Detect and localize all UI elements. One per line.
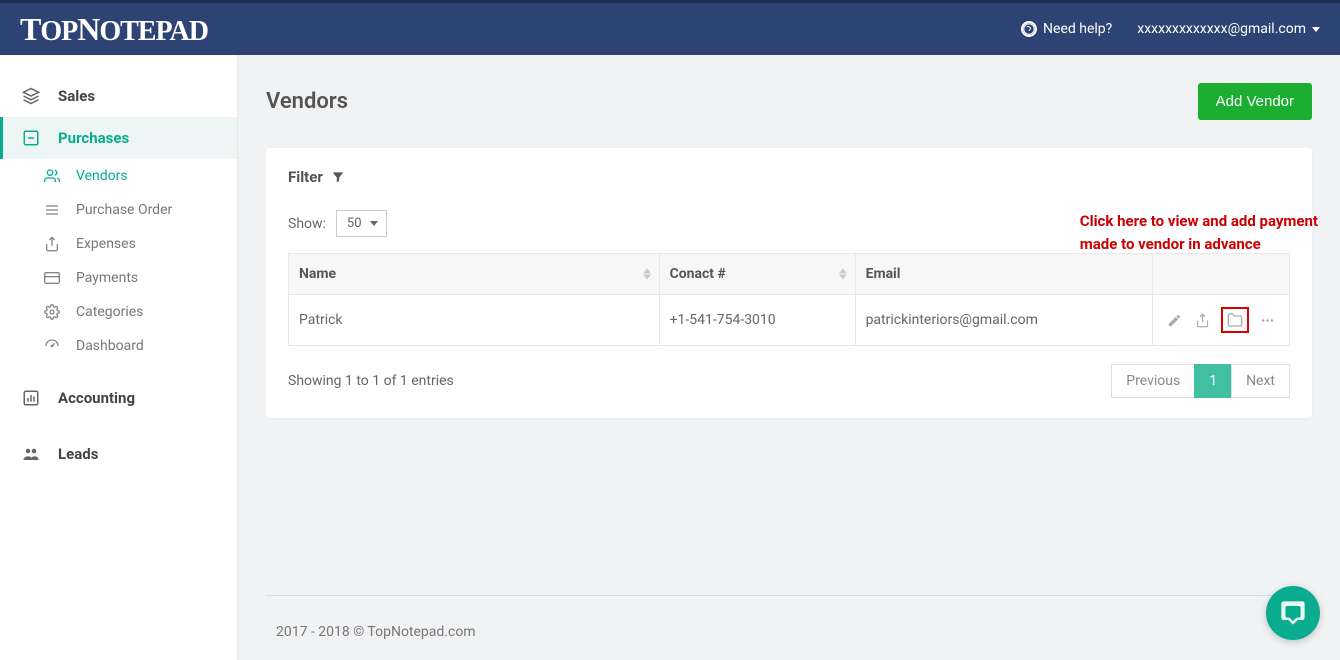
top-right: Need help? xxxxxxxxxxxxx@gmail.com — [1021, 21, 1320, 37]
cell-actions — [1152, 295, 1289, 346]
cell-name: Patrick — [289, 295, 660, 346]
sidebar-sub-categories[interactable]: Categories — [0, 295, 237, 329]
users-icon — [44, 168, 60, 184]
entries-text: Showing 1 to 1 of 1 entries — [288, 373, 454, 389]
user-menu[interactable]: xxxxxxxxxxxxx@gmail.com — [1137, 21, 1320, 37]
table-footer: Showing 1 to 1 of 1 entries Previous 1 N… — [288, 364, 1290, 398]
col-name[interactable]: Name — [289, 254, 660, 295]
page-title: Vendors — [266, 89, 348, 114]
caret-down-icon — [1312, 27, 1320, 32]
show-value: 50 — [347, 216, 362, 231]
footer: 2017 - 2018 © TopNotepad.com — [266, 595, 1312, 660]
pagination-page-1[interactable]: 1 — [1194, 364, 1232, 398]
share-icon[interactable] — [1193, 311, 1211, 329]
user-email: xxxxxxxxxxxxx@gmail.com — [1137, 21, 1306, 37]
sidebar-item-accounting[interactable]: Accounting — [0, 377, 237, 419]
sidebar-label: Payments — [76, 270, 138, 286]
filter-toggle[interactable]: Filter — [288, 168, 1290, 186]
share-icon — [44, 236, 60, 252]
list-icon — [44, 202, 60, 218]
help-icon — [1021, 21, 1037, 37]
cell-email: patrickinteriors@gmail.com — [855, 295, 1152, 346]
sidebar-sub-expenses[interactable]: Expenses — [0, 227, 237, 261]
sidebar-label: Vendors — [76, 168, 128, 184]
col-contact[interactable]: Conact # — [659, 254, 855, 295]
chart-icon — [22, 389, 40, 407]
callout-line2: made to vendor in advance — [1080, 233, 1318, 256]
sidebar-label: Purchases — [58, 129, 129, 147]
sidebar-sub-purchase-order[interactable]: Purchase Order — [0, 193, 237, 227]
sidebar: Sales Purchases Vendors Purchase Order E… — [0, 55, 238, 660]
cell-contact: +1-541-754-3010 — [659, 295, 855, 346]
sidebar-item-leads[interactable]: Leads — [0, 433, 237, 475]
sort-icon — [643, 269, 651, 280]
vendors-table: Name Conact # Email — [288, 253, 1290, 346]
gear-icon — [44, 304, 60, 320]
main-content: Vendors Add Vendor Filter Show: 50 Click… — [238, 55, 1340, 660]
sidebar-sub-payments[interactable]: Payments — [0, 261, 237, 295]
credit-card-icon — [44, 270, 60, 286]
people-icon — [22, 445, 40, 463]
folder-icon[interactable] — [1221, 307, 1249, 333]
callout-line1: Click here to view and add payment — [1080, 210, 1318, 233]
chat-widget[interactable] — [1266, 586, 1320, 640]
layers-icon — [22, 87, 40, 105]
sidebar-label: Expenses — [76, 236, 136, 252]
caret-down-icon — [370, 221, 378, 226]
logo: TOPNOTEPAD — [20, 11, 208, 48]
show-label: Show: — [288, 216, 326, 232]
minus-square-icon — [22, 129, 40, 147]
pagination: Previous 1 Next — [1112, 364, 1290, 398]
page-header: Vendors Add Vendor — [266, 83, 1312, 120]
show-select[interactable]: 50 — [336, 210, 387, 237]
need-help-link[interactable]: Need help? — [1021, 21, 1112, 37]
sort-icon — [839, 269, 847, 280]
sidebar-label: Leads — [58, 445, 98, 463]
sidebar-sub-vendors[interactable]: Vendors — [0, 159, 237, 193]
add-vendor-button[interactable]: Add Vendor — [1198, 83, 1312, 120]
sidebar-label: Dashboard — [76, 338, 144, 354]
gauge-icon — [44, 338, 60, 354]
pagination-previous[interactable]: Previous — [1111, 364, 1195, 398]
sidebar-sub-dashboard[interactable]: Dashboard — [0, 329, 237, 363]
col-email[interactable]: Email — [855, 254, 1152, 295]
vendors-card: Filter Show: 50 Click here to view and a… — [266, 148, 1312, 418]
chat-icon — [1279, 599, 1307, 627]
top-bar: TOPNOTEPAD Need help? xxxxxxxxxxxxx@gmai… — [0, 0, 1340, 55]
sidebar-label: Categories — [76, 304, 143, 320]
sidebar-label: Accounting — [58, 389, 135, 407]
pagination-next[interactable]: Next — [1231, 364, 1290, 398]
need-help-text: Need help? — [1043, 21, 1112, 37]
sidebar-label: Purchase Order — [76, 202, 172, 218]
table-row: Patrick +1-541-754-3010 patrickinteriors… — [289, 295, 1290, 346]
filter-label: Filter — [288, 168, 323, 186]
sidebar-label: Sales — [58, 87, 95, 105]
col-actions — [1152, 254, 1289, 295]
sidebar-item-purchases[interactable]: Purchases — [0, 117, 237, 159]
more-icon[interactable] — [1258, 311, 1276, 329]
sidebar-item-sales[interactable]: Sales — [0, 75, 237, 117]
edit-icon[interactable] — [1166, 311, 1184, 329]
filter-icon — [331, 170, 345, 184]
